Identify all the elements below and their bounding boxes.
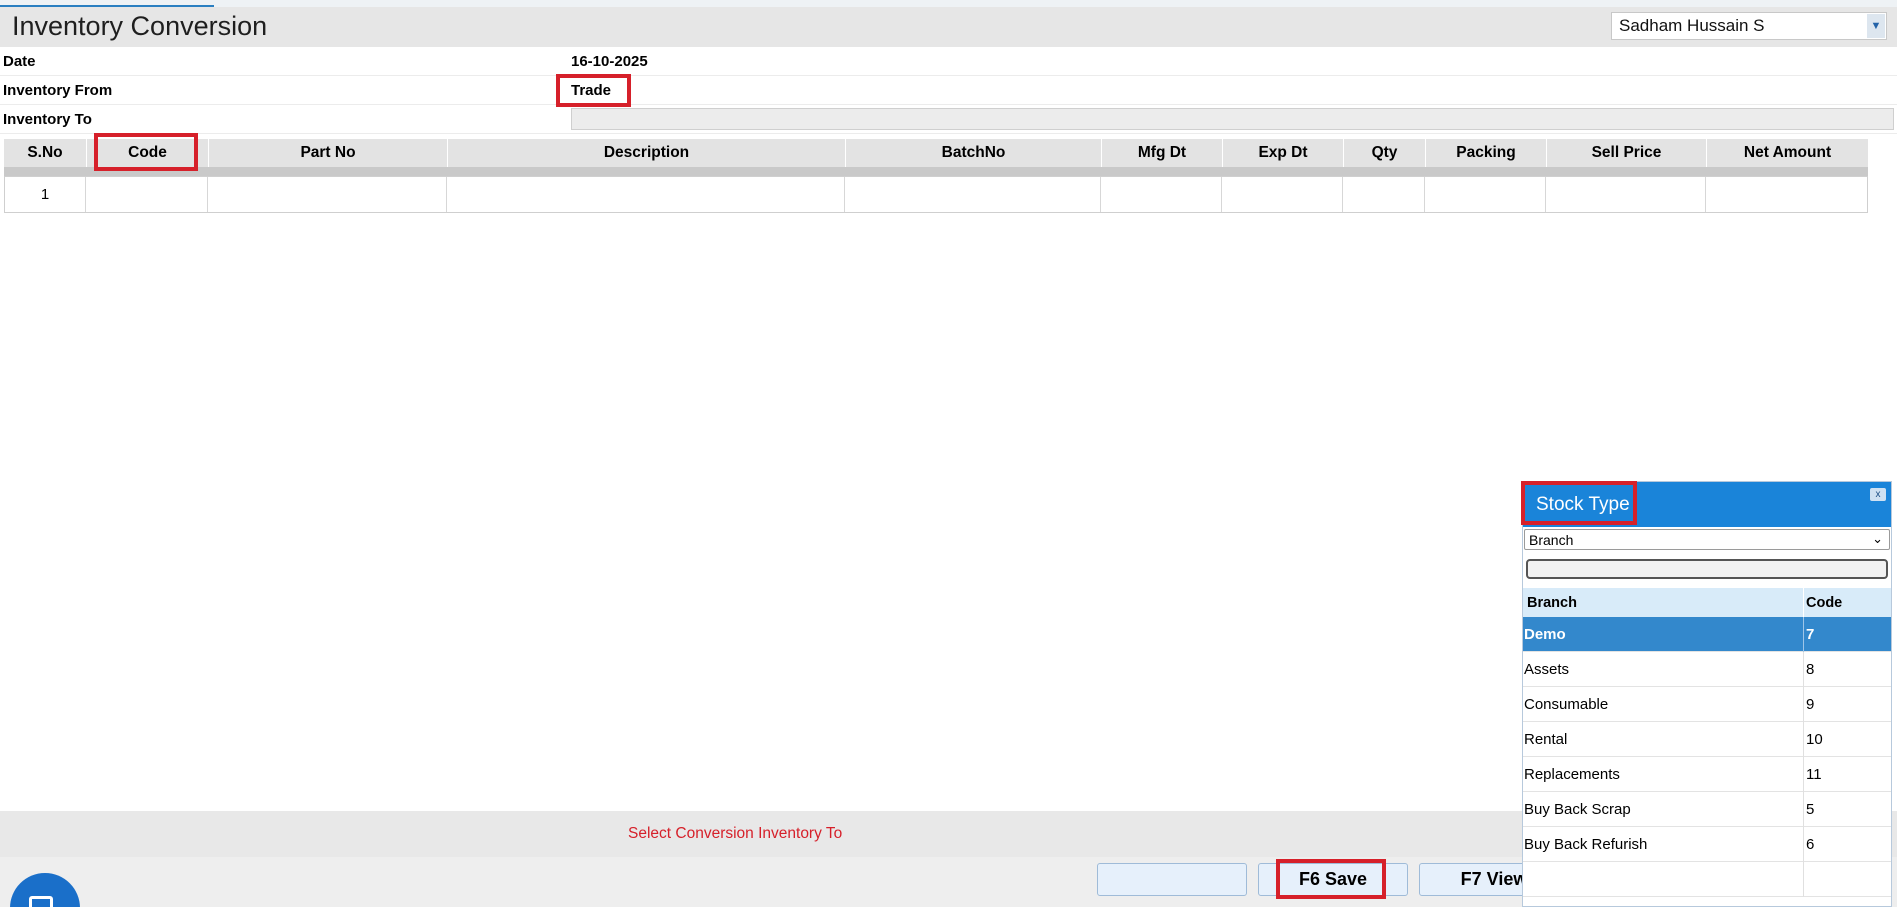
cell-part-no[interactable] bbox=[208, 177, 447, 212]
inventory-from-row: Inventory From Trade bbox=[0, 76, 1897, 105]
popup-search-input[interactable] bbox=[1526, 559, 1888, 579]
page-header: Inventory Conversion Sadham Hussain S ▼ bbox=[0, 7, 1897, 47]
cell-qty[interactable] bbox=[1343, 177, 1425, 212]
column-divider bbox=[1803, 722, 1804, 757]
list-item-code: 7 bbox=[1806, 626, 1815, 643]
grid-separator bbox=[4, 167, 1868, 176]
list-item[interactable]: Rental 10 bbox=[1523, 722, 1891, 757]
list-item[interactable]: Buy Back Refurish 6 bbox=[1523, 827, 1891, 862]
inventory-from-label: Inventory From bbox=[3, 82, 113, 99]
cell-packing[interactable] bbox=[1425, 177, 1546, 212]
code-column-highlight bbox=[94, 133, 198, 171]
cell-exp-dt[interactable] bbox=[1222, 177, 1343, 212]
date-label: Date bbox=[3, 53, 36, 70]
list-item-branch: Buy Back Scrap bbox=[1524, 801, 1631, 818]
column-divider bbox=[1803, 617, 1804, 652]
save-button-highlight bbox=[1276, 859, 1386, 899]
list-item-code: 9 bbox=[1806, 696, 1815, 713]
list-item-branch: Consumable bbox=[1524, 696, 1609, 713]
chat-icon bbox=[29, 896, 53, 907]
date-row: Date 16-10-2025 bbox=[0, 47, 1897, 76]
chevron-down-icon: ⌄ bbox=[1872, 531, 1883, 546]
inventory-from-highlight bbox=[556, 74, 631, 107]
list-item[interactable]: Consumable 9 bbox=[1523, 687, 1891, 722]
grid-header: S.No Code Part No Description BatchNo Mf… bbox=[4, 139, 1868, 167]
list-item-branch: Demo bbox=[1524, 626, 1566, 643]
column-divider bbox=[1803, 652, 1804, 687]
blank-button[interactable] bbox=[1097, 863, 1247, 896]
inventory-to-label: Inventory To bbox=[3, 111, 92, 128]
column-header-exp-dt: Exp Dt bbox=[1222, 139, 1343, 167]
list-item[interactable]: Assets 8 bbox=[1523, 652, 1891, 687]
user-select[interactable]: Sadham Hussain S ▼ bbox=[1611, 12, 1887, 40]
list-item[interactable]: Buy Back Scrap 5 bbox=[1523, 792, 1891, 827]
page-title: Inventory Conversion bbox=[12, 11, 268, 41]
popup-title-highlight bbox=[1521, 481, 1637, 525]
column-header-qty: Qty bbox=[1343, 139, 1425, 167]
cell-mfg-dt[interactable] bbox=[1101, 177, 1222, 212]
column-header-description: Description bbox=[447, 139, 845, 167]
date-value[interactable]: 16-10-2025 bbox=[571, 53, 648, 70]
cell-description[interactable] bbox=[447, 177, 845, 212]
popup-filter-value: Branch bbox=[1529, 532, 1574, 548]
close-icon[interactable]: x bbox=[1870, 488, 1886, 501]
column-header-sno: S.No bbox=[27, 144, 63, 161]
stock-type-popup: Stock Type x Branch ⌄ Branch Code Demo 7… bbox=[1522, 481, 1892, 907]
popup-filter-select[interactable]: Branch ⌄ bbox=[1524, 529, 1890, 550]
list-item-code: 6 bbox=[1806, 836, 1815, 853]
column-header-batch-no: BatchNo bbox=[845, 139, 1101, 167]
list-item-branch: Buy Back Refurish bbox=[1524, 836, 1648, 853]
top-accent-bar bbox=[0, 0, 1897, 7]
list-item[interactable] bbox=[1523, 862, 1891, 897]
list-item-code: 11 bbox=[1806, 766, 1822, 783]
cell-batch-no[interactable] bbox=[845, 177, 1101, 212]
list-item[interactable]: Replacements 11 bbox=[1523, 757, 1891, 792]
column-header-part-no: Part No bbox=[208, 139, 447, 167]
list-item-code: 10 bbox=[1806, 731, 1823, 748]
column-divider bbox=[1803, 687, 1804, 722]
list-item-branch: Assets bbox=[1524, 661, 1570, 678]
list-item[interactable]: Demo 7 bbox=[1523, 617, 1891, 652]
list-item-branch: Replacements bbox=[1524, 766, 1620, 783]
popup-table-header: Branch Code bbox=[1523, 588, 1891, 617]
column-divider bbox=[1803, 588, 1804, 617]
inventory-to-field[interactable] bbox=[571, 108, 1894, 130]
popup-header-branch: Branch bbox=[1527, 595, 1577, 611]
table-row: 1 bbox=[4, 176, 1868, 213]
column-header-sell-price: Sell Price bbox=[1546, 139, 1706, 167]
cell-sno: 1 bbox=[5, 177, 86, 212]
cell-code[interactable] bbox=[86, 177, 208, 212]
column-divider bbox=[1803, 827, 1804, 862]
column-divider bbox=[1803, 862, 1804, 897]
status-message: Select Conversion Inventory To bbox=[628, 825, 843, 842]
chevron-down-icon[interactable]: ▼ bbox=[1867, 14, 1885, 38]
list-item-code: 8 bbox=[1806, 661, 1815, 678]
column-header-net-amount: Net Amount bbox=[1706, 139, 1868, 167]
list-item-code: 5 bbox=[1806, 801, 1815, 818]
cell-net-amount[interactable] bbox=[1706, 177, 1867, 212]
cell-sell-price[interactable] bbox=[1546, 177, 1706, 212]
popup-header-code: Code bbox=[1806, 595, 1843, 611]
list-item-branch: Rental bbox=[1524, 731, 1568, 748]
user-select-value: Sadham Hussain S bbox=[1619, 16, 1765, 35]
column-divider bbox=[1803, 792, 1804, 827]
column-header-packing: Packing bbox=[1425, 139, 1546, 167]
column-header-mfg-dt: Mfg Dt bbox=[1101, 139, 1222, 167]
column-divider bbox=[1803, 757, 1804, 792]
